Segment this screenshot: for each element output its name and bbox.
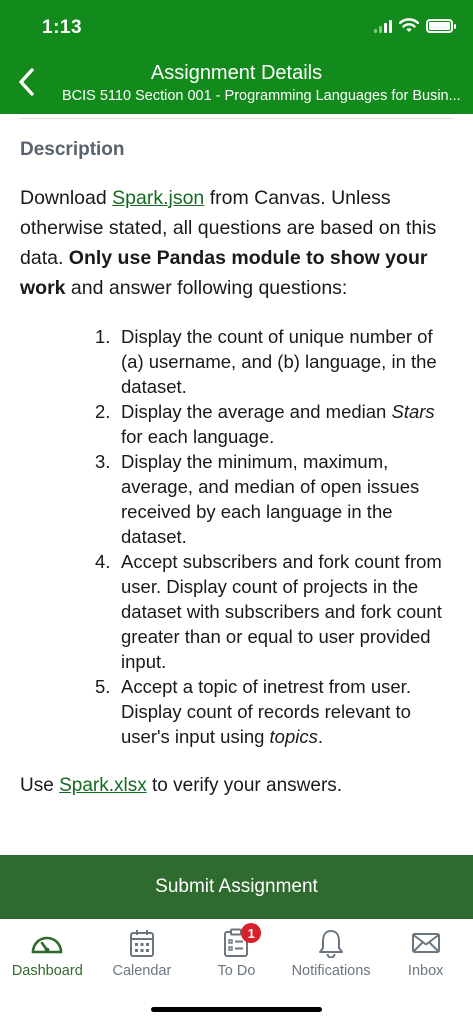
calendar-icon [129, 930, 154, 957]
status-icons [374, 18, 456, 33]
spark-xlsx-link[interactable]: Spark.xlsx [59, 775, 147, 796]
tab-calendar[interactable]: Calendar [95, 919, 190, 989]
list-item: 3. Display the minimum, maximum, average,… [95, 451, 420, 547]
divider [20, 118, 453, 119]
tab-todo[interactable]: 1 To Do [189, 919, 284, 989]
description-heading: Description [20, 139, 125, 160]
question-list: 1. Display the count of unique number of … [95, 324, 459, 749]
description-intro: Download Spark.json from Canvas. Unless … [20, 187, 437, 299]
status-time: 1:13 [42, 17, 83, 38]
battery-icon [426, 18, 456, 33]
submit-assignment-button[interactable]: Submit Assignment [0, 855, 473, 919]
app-header: 1:13 Assignment Details BCIS 5110 Sectio… [0, 0, 473, 114]
spark-json-link[interactable]: Spark.json [112, 187, 204, 209]
wifi-icon [399, 18, 419, 32]
home-indicator[interactable] [151, 1007, 322, 1012]
description-outro: Use Spark.xlsx to verify your answers. [20, 775, 343, 796]
envelope-icon [411, 933, 440, 953]
todo-count-badge: 1 [241, 923, 262, 943]
list-item: 2. Display the average and median Stars f… [95, 401, 435, 447]
cellular-signal-icon [374, 19, 392, 33]
list-item: 5. Accept a topic of inetrest from user. … [95, 676, 411, 747]
tab-notifications[interactable]: Notifications [284, 919, 379, 989]
page-title: Assignment Details [150, 62, 323, 84]
assignment-content: Description Download Spark.json from Can… [20, 139, 453, 800]
dashboard-gauge-icon [31, 936, 63, 954]
list-item: 1. Display the count of unique number of … [95, 326, 437, 397]
tab-inbox[interactable]: Inbox [378, 919, 473, 989]
bell-icon [319, 930, 344, 958]
course-subtitle: BCIS 5110 Section 001 - Programming Lang… [62, 88, 461, 104]
bottom-tab-bar: Dashboard Calendar 1 To Do Notifications… [0, 919, 473, 989]
tab-dashboard[interactable]: Dashboard [0, 919, 95, 989]
list-item: 4. Accept subscribers and fork count from… [95, 551, 442, 672]
